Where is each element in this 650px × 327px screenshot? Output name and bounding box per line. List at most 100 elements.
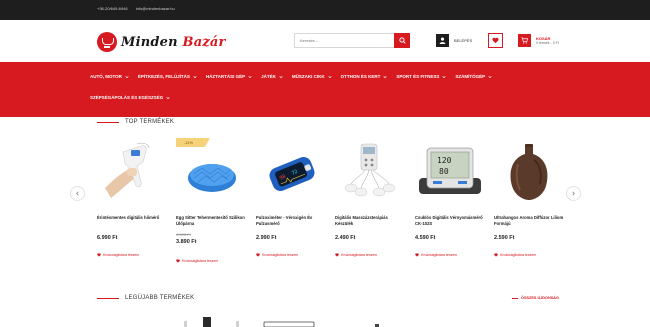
massage-device-image (344, 143, 396, 197)
cart-icon (521, 37, 528, 44)
link-dash (512, 297, 518, 299)
product-price: 2.490 Ft (335, 235, 356, 241)
heart-icon (97, 253, 101, 257)
nav-item-label: SPORT ÉS FITNESS (396, 74, 440, 79)
site-header: Minden Bazár BELÉPÉS KOSÁR 0 termék - 0 … (0, 20, 650, 62)
nav-item-label: JÁTÉK (261, 74, 276, 79)
heart-icon (492, 37, 499, 44)
nav-item-label: SZÉPSÉGÁPOLÁS ÉS EGÉSZSÉG (90, 95, 164, 100)
nav-item-haztartasi-gep[interactable]: HÁZTARTÁSI GÉP (206, 74, 252, 79)
add-to-wishlist-link[interactable]: Kívánságlistára teszem (494, 253, 536, 257)
product-price: 6.990 Ft (97, 235, 118, 241)
product-image[interactable] (97, 138, 167, 206)
cart-summary: KOSÁR 0 termék - 0 Ft (536, 36, 559, 46)
all-new-products-link[interactable]: ÖSSZES ÚJDONSÁG (512, 296, 559, 300)
chevron-right-icon (572, 191, 575, 196)
product-image[interactable] (335, 138, 405, 206)
aroma-diffuser-image (510, 144, 548, 200)
top-products-title: TOP TERMÉKEK (125, 119, 175, 125)
nav-item-sport-es-fitness[interactable]: SPORT ÉS FITNESS (396, 74, 446, 79)
email-address[interactable]: info@mindenbazar.hu (136, 6, 175, 11)
product-name[interactable]: Ultrahangos Aroma Diffúzor Liliom Formáj… (494, 215, 566, 227)
add-to-wishlist-link[interactable]: Kívánságlistára teszem (335, 253, 377, 257)
search-button[interactable] (394, 33, 410, 48)
wishlist-label: Kívánságlistára teszem (182, 259, 219, 263)
wishlist-label: Kívánságlistára teszem (103, 253, 140, 257)
product-card[interactable]: Érintésmentes digitális hőmérő 6.990 Ft … (97, 138, 167, 268)
search-icon (398, 37, 406, 44)
new-products-heading: LEGÚJABB TERMÉKEK (97, 295, 194, 301)
product-image-peek[interactable] (335, 315, 405, 327)
login-button[interactable]: BELÉPÉS (436, 34, 472, 47)
logo-word-2: Bazár (182, 34, 226, 50)
product-card[interactable]: Digitális Masszázsterápiás Készülék 2.49… (335, 138, 405, 268)
chevron-down-icon (193, 75, 197, 78)
product-image-peek[interactable] (176, 315, 246, 327)
nav-item-szamitogep[interactable]: SZÁMÍTÓGÉP (455, 74, 492, 79)
nav-item-jatek[interactable]: JÁTÉK (261, 74, 283, 79)
nav-item-label: MŰSZAKI CIKK (291, 74, 325, 79)
svg-text:80: 80 (439, 167, 449, 176)
wishlist-button[interactable] (488, 33, 503, 48)
phone-number[interactable]: +36-20/649-6946 (97, 6, 128, 11)
heading-line (97, 121, 119, 123)
nav-item-szepsegapolas[interactable]: SZÉPSÉGÁPOLÁS ÉS EGÉSZSÉG (90, 95, 170, 100)
search-input[interactable] (294, 33, 394, 48)
product-name[interactable]: Érintésmentes digitális hőmérő (97, 215, 169, 221)
blood-pressure-monitor-image: 120 80 (419, 147, 481, 194)
nav-item-muszaki-cikk[interactable]: MŰSZAKI CIKK (292, 74, 332, 79)
nav-item-label: AUTÓ, MOTOR (90, 74, 122, 79)
carousel-prev-button[interactable] (70, 186, 85, 201)
product-image[interactable] (494, 138, 564, 206)
nav-item-label: HÁZTARTÁSI GÉP (205, 74, 246, 79)
heading-line (97, 297, 119, 299)
add-to-wishlist-link[interactable]: Kívánságlistára teszem (415, 253, 457, 257)
shopping-basket-icon (97, 32, 117, 52)
product-name[interactable]: Pulzoximéter - Véroxigén És Pulzusmérő (256, 215, 328, 227)
top-products-heading: TOP TERMÉKEK (97, 119, 174, 125)
chevron-down-icon (125, 75, 129, 78)
product-image-peek[interactable] (256, 315, 326, 327)
add-to-wishlist-link[interactable]: Kívánságlistára teszem (97, 253, 139, 257)
product-name[interactable]: Csuklós Digitális Vérnyomásmérő CK-102S (415, 215, 487, 227)
product-card[interactable]: 98 72 Pulzoximéter - Véroxigén És Pulzus… (256, 138, 326, 268)
login-label: BELÉPÉS (454, 38, 473, 43)
heart-icon (415, 253, 419, 257)
nav-item-otthon-es-kert[interactable]: OTTHON ÉS KERT (341, 74, 388, 79)
product-image[interactable]: 120 80 (415, 138, 485, 206)
chevron-down-icon (383, 75, 387, 78)
discount-badge: -11% (176, 138, 210, 147)
top-bar: +36-20/649-6946 info@mindenbazar.hu (0, 0, 650, 20)
logo-text: Minden Bazár (121, 35, 226, 50)
add-to-wishlist-link[interactable]: Kívánságlistára teszem (256, 253, 298, 257)
carousel-next-button[interactable] (566, 186, 581, 201)
product-card[interactable]: Ultrahangos Aroma Diffúzor Liliom Formáj… (494, 138, 564, 268)
heart-icon (256, 253, 260, 257)
cart-icon-box (518, 34, 531, 47)
chevron-down-icon (442, 75, 446, 78)
thermometer-image (105, 142, 150, 198)
logo-word-1: Minden (121, 34, 178, 50)
contact-info: +36-20/649-6946 info@mindenbazar.hu (97, 6, 175, 11)
add-to-wishlist-link[interactable]: Kívánságlistára teszem (176, 259, 218, 263)
nav-item-auto-motor[interactable]: AUTÓ, MOTOR (90, 74, 129, 79)
wishlist-label: Kívánságlistára teszem (262, 253, 299, 257)
new-products-title: LEGÚJABB TERMÉKEK (125, 295, 195, 301)
product-name[interactable]: Digitális Masszázsterápiás Készülék (335, 215, 407, 227)
product-card[interactable]: 120 80 Csuklós Digitális Vérnyomásmérő C… (415, 138, 485, 268)
logo[interactable]: Minden Bazár (97, 30, 226, 54)
product-card[interactable]: -11% Egg Sitter Tehermentesítő Szilikon … (176, 138, 246, 268)
product-image[interactable]: 98 72 (256, 138, 326, 206)
product-image[interactable]: -11% (176, 138, 246, 206)
heart-icon (176, 259, 180, 263)
nav-item-epitkezes[interactable]: ÉPÍTKEZÉS, FELÚJÍTÁS (138, 74, 197, 79)
chevron-down-icon (166, 96, 170, 99)
product-price: 3.890 Ft (176, 239, 197, 245)
wishlist-label: Kívánságlistára teszem (500, 253, 537, 257)
heart-icon (335, 253, 339, 257)
cushion-image (188, 164, 236, 192)
product-name[interactable]: Egg Sitter Tehermentesítő Szilikon Ülőpá… (176, 215, 248, 227)
search-bar (294, 33, 410, 48)
chevron-down-icon (248, 75, 252, 78)
cart-button[interactable]: KOSÁR 0 termék - 0 Ft (518, 34, 559, 47)
